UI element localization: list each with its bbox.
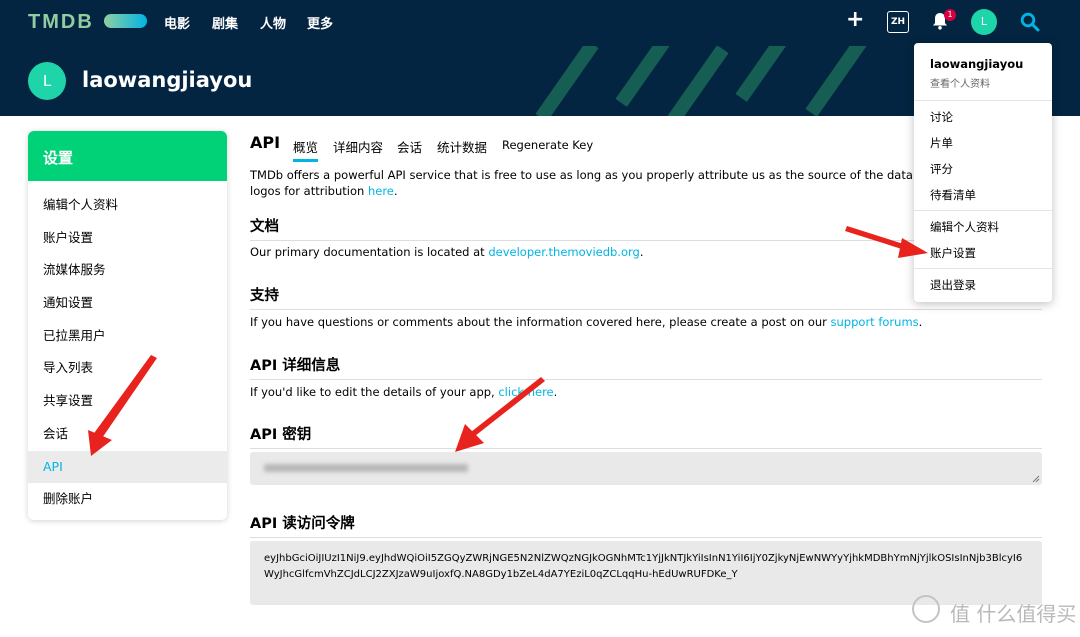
decor-stripe (535, 46, 599, 116)
tab-stats[interactable]: 统计数据 (437, 137, 487, 156)
dropdown-divider (914, 210, 1052, 211)
intro-text2: logos for attribution (250, 184, 368, 198)
decor-stripe (615, 46, 679, 107)
dropdown-item-logout[interactable]: 退出登录 (930, 277, 976, 293)
tmdb-logo[interactable]: TMDB (28, 11, 94, 34)
search-icon[interactable] (1020, 12, 1040, 32)
details-text-body: If you'd like to edit the details of you… (250, 385, 499, 399)
watermark-logo-icon (912, 595, 940, 623)
intro-paragraph: TMDb offers a powerful API service that … (250, 167, 1017, 199)
sidebar-item-api[interactable]: API (28, 450, 227, 484)
view-profile-link[interactable]: 查看个人资料 (930, 75, 990, 90)
sidebar-item-notifications[interactable]: 通知设置 (28, 287, 227, 320)
sidebar-item-import[interactable]: 导入列表 (28, 352, 227, 385)
page-title: API (250, 133, 281, 152)
sidebar-title: 设置 (28, 131, 227, 181)
user-dropdown: laowangjiayou 查看个人资料 讨论 片单 评分 待看清单 编辑个人资… (914, 43, 1052, 302)
dropdown-divider (914, 268, 1052, 269)
docs-text-body: Our primary documentation is located at (250, 245, 489, 259)
api-key-redacted (264, 464, 468, 472)
sidebar-item-account[interactable]: 账户设置 (28, 222, 227, 255)
tab-overview[interactable]: 概览 (293, 137, 319, 162)
add-icon[interactable]: + (846, 9, 864, 31)
decor-stripe (665, 46, 729, 116)
tab-sessions[interactable]: 会话 (397, 137, 422, 156)
token-title: API 读访问令牌 (250, 512, 1042, 538)
decor-stripe (805, 46, 869, 116)
nav-link-people[interactable]: 人物 (260, 13, 286, 32)
sidebar-item-edit-profile[interactable]: 编辑个人资料 (28, 189, 227, 222)
dropdown-item-lists[interactable]: 片单 (930, 135, 953, 151)
user-avatar[interactable]: L (971, 9, 997, 35)
nav-link-more[interactable]: 更多 (307, 13, 333, 32)
dropdown-username[interactable]: laowangjiayou (930, 57, 1023, 71)
profile-username[interactable]: laowangjiayou (82, 68, 252, 92)
tab-details[interactable]: 详细内容 (333, 137, 383, 156)
tmdb-logo-pill (104, 14, 147, 28)
resize-handle-icon[interactable] (1032, 475, 1040, 483)
api-key-field[interactable] (250, 452, 1042, 485)
api-key-title: API 密钥 (250, 423, 1042, 449)
intro-text: TMDb offers a powerful API service that … (250, 168, 1017, 182)
watermark: 值 什么值得买 (950, 602, 1077, 626)
settings-sidebar: 设置 编辑个人资料 账户设置 流媒体服务 通知设置 已拉黑用户 导入列表 共享设… (28, 131, 227, 520)
click-here-link[interactable]: click here (498, 385, 553, 399)
details-end: . (553, 385, 558, 399)
sidebar-item-blocked[interactable]: 已拉黑用户 (28, 320, 227, 353)
intro-end: . (393, 184, 398, 198)
decor-stripe (735, 46, 799, 102)
intro-text-line2: logos for attribution here. (250, 183, 930, 199)
sidebar-item-sharing[interactable]: 共享设置 (28, 385, 227, 418)
top-nav: TMDB 电影 剧集 人物 更多 + ZH 1 L (0, 0, 1080, 46)
dropdown-item-ratings[interactable]: 评分 (930, 161, 953, 177)
dropdown-item-discussions[interactable]: 讨论 (930, 109, 953, 125)
support-text: If you have questions or comments about … (250, 315, 1042, 329)
sidebar-item-delete-account[interactable]: 删除账户 (28, 483, 227, 516)
support-forums-link[interactable]: support forums (831, 315, 919, 329)
dropdown-item-watchlist[interactable]: 待看清单 (930, 187, 976, 203)
sidebar-item-streaming[interactable]: 流媒体服务 (28, 254, 227, 287)
attribution-link[interactable]: here (368, 184, 394, 198)
support-end: . (918, 315, 923, 329)
language-button[interactable]: ZH (887, 11, 909, 33)
api-details-title: API 详细信息 (250, 354, 1042, 380)
sidebar-item-sessions[interactable]: 会话 (28, 418, 227, 451)
dropdown-divider (914, 100, 1052, 101)
dropdown-item-edit-profile[interactable]: 编辑个人资料 (930, 219, 999, 235)
api-details-text: If you'd like to edit the details of you… (250, 385, 1042, 399)
dropdown-item-account-settings[interactable]: 账户设置 (930, 245, 976, 261)
tab-regenerate-key[interactable]: Regenerate Key (502, 138, 593, 152)
profile-avatar[interactable]: L (28, 62, 66, 100)
notification-badge: 1 (944, 9, 956, 21)
docs-link[interactable]: developer.themoviedb.org (488, 245, 640, 259)
support-text-body: If you have questions or comments about … (250, 315, 831, 329)
nav-link-tv[interactable]: 剧集 (212, 13, 238, 32)
docs-end: . (639, 245, 644, 259)
nav-link-movies[interactable]: 电影 (164, 13, 190, 32)
